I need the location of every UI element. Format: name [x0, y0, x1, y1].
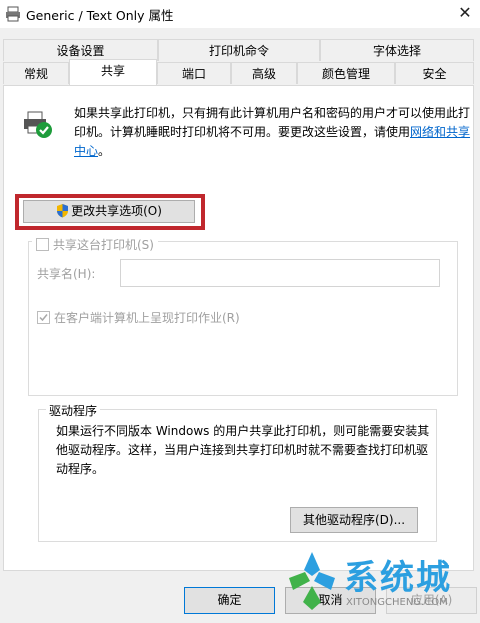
highlight-box — [15, 194, 205, 230]
share-printer-checkbox[interactable]: 共享这台打印机(S) — [32, 236, 158, 253]
shared-printer-icon — [24, 111, 52, 138]
printer-icon — [6, 6, 20, 22]
share-name-input[interactable] — [120, 259, 440, 287]
ok-button[interactable]: 确定 — [184, 587, 275, 614]
close-button[interactable]: ✕ — [450, 0, 480, 28]
watermark-subtext: XITONGCHENG.COM — [346, 597, 448, 608]
checkbox-box — [36, 238, 49, 251]
drivers-legend: 驱动程序 — [46, 402, 101, 419]
tab-ports[interactable]: 端口 — [157, 62, 231, 84]
render-jobs-label: 在客户端计算机上呈现打印作业(R) — [54, 311, 240, 325]
tab-printer-commands[interactable]: 打印机命令 — [158, 39, 320, 61]
checkbox-box — [37, 311, 50, 324]
window-title: Generic / Text Only 属性 — [26, 8, 174, 23]
tab-general[interactable]: 常规 — [3, 62, 69, 84]
share-name-label: 共享名(H): — [37, 267, 96, 281]
close-icon: ✕ — [458, 3, 472, 22]
tab-color-management[interactable]: 颜色管理 — [297, 62, 395, 84]
sharing-description-suffix: 。 — [98, 144, 111, 158]
watermark-logo — [289, 552, 335, 610]
tab-sharing[interactable]: 共享 — [69, 59, 157, 85]
title-bar: Generic / Text Only 属性 ✕ — [0, 0, 480, 28]
drivers-description: 如果运行不同版本 Windows 的用户共享此打印机，则可能需要安装其他驱动程序… — [56, 424, 430, 476]
sharing-description: 如果共享此打印机，只有拥有此计算机用户名和密码的用户才可以使用此打印机。计算机睡… — [74, 104, 474, 161]
tab-font-selection[interactable]: 字体选择 — [320, 39, 474, 61]
tab-advanced[interactable]: 高级 — [231, 62, 297, 84]
additional-drivers-button[interactable]: 其他驱动程序(D)... — [290, 507, 418, 533]
tab-device-settings[interactable]: 设备设置 — [3, 39, 158, 61]
watermark-text: 系统城 — [344, 558, 452, 598]
share-printer-label: 共享这台打印机(S) — [53, 238, 154, 252]
render-jobs-checkbox[interactable]: 在客户端计算机上呈现打印作业(R) — [37, 309, 240, 326]
tab-security[interactable]: 安全 — [395, 62, 474, 84]
check-icon — [39, 314, 48, 322]
